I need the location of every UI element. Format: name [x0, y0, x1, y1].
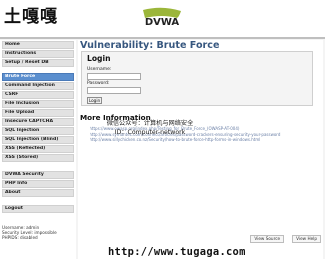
main-content: Vulnerability: Brute Force Login Usernam…	[78, 40, 323, 260]
menu-item-sql-injection-blind[interactable]: SQL Injection (Blind)	[2, 135, 74, 144]
menu-item-home[interactable]: Home	[2, 41, 74, 49]
menu-item-insecure-captcha[interactable]: Insecure CAPTCHA	[2, 117, 74, 126]
header-divider	[0, 37, 325, 39]
menu-item-dvwa-security[interactable]: DVWA Security	[2, 171, 74, 179]
login-form: Login Username: Password: Login	[81, 51, 313, 106]
menu-item-xss-stored[interactable]: XSS (Stored)	[2, 153, 74, 162]
username-input[interactable]	[87, 73, 141, 80]
menu-item-about[interactable]: About	[2, 188, 74, 197]
password-input[interactable]	[87, 87, 141, 94]
login-title: Login	[87, 54, 111, 63]
header: 土嘎嘎 DVWA	[0, 0, 325, 37]
watermark-bottom: http://www.tugaga.com	[108, 246, 246, 258]
menu-group-vulns: Brute Force Command Injection CSRF File …	[2, 73, 74, 163]
menu-item-sql-injection[interactable]: SQL Injection	[2, 126, 74, 135]
reference-link[interactable]: http://www.sillychicken.co.nz/Security/h…	[90, 137, 315, 143]
footer-buttons: View Source View Help	[247, 225, 321, 244]
user-info-phpids: PHPIDS: disabled	[2, 235, 38, 241]
menu-item-instructions[interactable]: Instructions	[2, 49, 74, 58]
login-button[interactable]: Login	[87, 97, 102, 104]
overlay-line-1: 微信公众号：计算机与网络安全	[106, 120, 194, 127]
menu-item-setup[interactable]: Setup / Reset DB	[2, 58, 74, 67]
view-help-button[interactable]: View Help	[292, 235, 321, 243]
view-source-button[interactable]: View Source	[250, 235, 285, 243]
password-label: Password:	[87, 81, 110, 86]
dvwa-logo: DVWA	[143, 7, 181, 28]
overlay-line-2: ID：Computer-network	[114, 129, 186, 136]
watermark-top: 土嘎嘎	[4, 7, 58, 27]
wechat-overlay: 微信公众号：计算机与网络安全 ID：Computer-network	[90, 119, 210, 137]
menu-item-file-upload[interactable]: File Upload	[2, 108, 74, 117]
menu-item-file-inclusion[interactable]: File Inclusion	[2, 99, 74, 108]
page-title: Vulnerability: Brute Force	[80, 40, 220, 51]
menu-group-main: Home Instructions Setup / Reset DB	[2, 41, 74, 68]
menu-item-brute-force[interactable]: Brute Force	[2, 73, 74, 81]
menu-item-csrf[interactable]: CSRF	[2, 90, 74, 99]
menu-item-command-injection[interactable]: Command Injection	[2, 81, 74, 90]
menu-group-settings: DVWA Security PHP Info About	[2, 171, 74, 198]
menu-group-logout: Logout	[2, 205, 74, 214]
menu-item-xss-reflected[interactable]: XSS (Reflected)	[2, 144, 74, 153]
user-info: Username: admin Security Level: impossib…	[2, 225, 74, 241]
bottom-bar	[0, 259, 325, 269]
menu-item-logout[interactable]: Logout	[2, 205, 74, 213]
username-label: Username:	[87, 67, 112, 72]
menu-item-php-info[interactable]: PHP Info	[2, 179, 74, 188]
logo-text: DVWA	[145, 17, 180, 28]
